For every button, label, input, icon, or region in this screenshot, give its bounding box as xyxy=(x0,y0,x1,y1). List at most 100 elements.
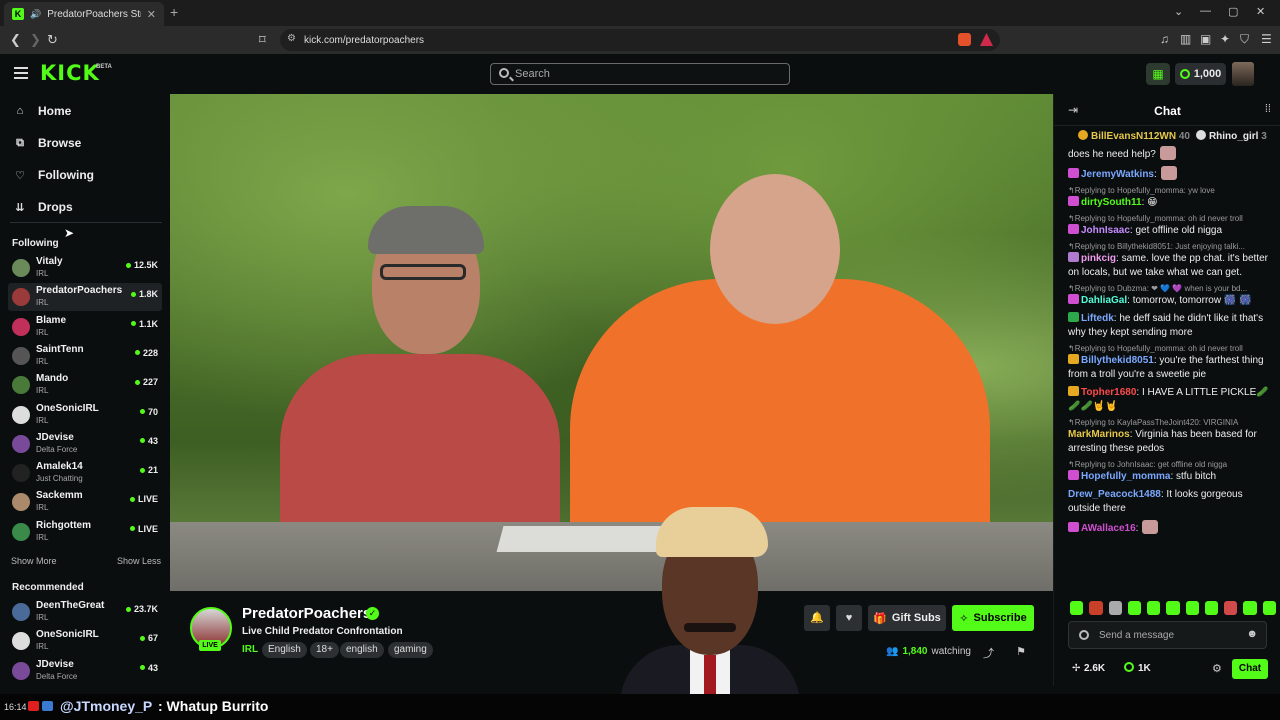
chat-username[interactable]: JeremyWatkins xyxy=(1081,169,1154,180)
reply-context[interactable]: Replying to Dubzma: ❤ 💙 💜 when is your b… xyxy=(1075,284,1274,293)
emote-icon[interactable] xyxy=(1185,601,1199,615)
emote-icon[interactable] xyxy=(1262,601,1276,615)
sidebar-channel-richgottem[interactable]: Richgottem IRL LIVE xyxy=(8,518,162,546)
back-button[interactable]: ❮ xyxy=(10,32,21,48)
kick-logo[interactable]: KICK xyxy=(40,61,100,85)
reply-context[interactable]: Replying to JohnIsaac: get offline old n… xyxy=(1075,460,1274,469)
share-icon[interactable]: ⤴ xyxy=(983,645,994,661)
chat-username[interactable]: MarkMarinos xyxy=(1068,429,1130,440)
emote-icon[interactable] xyxy=(1204,601,1219,615)
menu-toggle-icon[interactable] xyxy=(14,67,28,79)
tab-list-icon[interactable]: ⌄ xyxy=(1174,5,1183,18)
reply-context[interactable]: Replying to Hopefully_momma: oh id never… xyxy=(1075,214,1274,223)
bookmark-icon[interactable]: ⌑ xyxy=(259,32,266,48)
category-link[interactable]: IRL xyxy=(242,644,258,655)
emote-icon[interactable] xyxy=(1089,601,1103,615)
sidebar-channel-mando[interactable]: Mando IRL 227 xyxy=(8,371,162,399)
reply-context[interactable]: Replying to Hopefully_momma: oh id never… xyxy=(1075,344,1274,353)
reload-button[interactable]: ↻ xyxy=(47,32,58,48)
reply-context[interactable]: Replying to KaylaPassTheJoint420: VIRGIN… xyxy=(1075,418,1274,427)
close-tab-icon[interactable]: ✕ xyxy=(147,8,156,21)
url-field[interactable]: ⚙ kick.com/predatorpoachers xyxy=(280,29,1000,51)
chat-settings-icon[interactable]: ⚙ xyxy=(1212,662,1222,675)
sidebar-channel-amalek14[interactable]: Amalek14 Just Chatting 21 xyxy=(8,459,162,487)
show-more-link[interactable]: Show More xyxy=(11,556,57,566)
chat-username[interactable]: pinkcig xyxy=(1081,253,1116,264)
emote-icon[interactable] xyxy=(1166,601,1180,615)
leo-ai-icon[interactable]: ✦ xyxy=(1220,32,1230,46)
sidebar-channel-jdevise[interactable]: JDevise Delta Force 43 xyxy=(8,657,162,685)
sidebar-channel-onesonicirl[interactable]: OneSonicIRL IRL 67 xyxy=(8,627,162,655)
chat-username[interactable]: Liftedk xyxy=(1081,313,1114,324)
emote-icon[interactable] xyxy=(1147,601,1161,615)
emote-icon[interactable] xyxy=(1070,601,1084,615)
sidebar-channel-onesonicirl[interactable]: OneSonicIRL IRL 70 xyxy=(8,401,162,429)
chat-username[interactable]: Billythekid8051 xyxy=(1081,355,1154,366)
chat-message-input[interactable]: Send a message ☻ xyxy=(1068,621,1267,649)
gift-subs-button[interactable]: 🎁 Gift Subs xyxy=(868,605,946,631)
reply-context[interactable]: Replying to Billythekid8051: Just enjoyi… xyxy=(1075,242,1274,251)
chat-username[interactable]: Hopefully_momma xyxy=(1081,471,1170,482)
channel-name[interactable]: PredatorPoachers xyxy=(242,605,371,622)
tag-english-lower[interactable]: english xyxy=(340,642,384,658)
tag-gaming[interactable]: gaming xyxy=(388,642,433,658)
sidebar-channel-predatorpoachers[interactable]: PredatorPoachers IRL 1.8K xyxy=(8,283,162,312)
brave-shield-icon[interactable] xyxy=(958,33,971,46)
emote-icon[interactable] xyxy=(1108,601,1122,615)
top-gifter[interactable]: Rhino_girl 3 xyxy=(1195,130,1267,144)
points-button[interactable]: 1,000 xyxy=(1175,63,1226,85)
user-avatar[interactable] xyxy=(1232,62,1254,86)
emote-icon[interactable] xyxy=(1127,601,1142,615)
browser-tab[interactable]: K 🔊 PredatorPoachers Stream - W ✕ xyxy=(4,2,164,26)
search-input[interactable]: Search xyxy=(490,63,790,85)
gifter-name: Rhino_girl xyxy=(1208,131,1259,142)
reply-context[interactable]: Replying to Hopefully_momma: yw love xyxy=(1075,186,1274,195)
close-window-button[interactable]: ✕ xyxy=(1256,5,1265,18)
sidebar-channel-vitaly[interactable]: Vitaly IRL 12.5K xyxy=(8,254,162,282)
chat-send-button[interactable]: Chat xyxy=(1232,659,1268,679)
sidebar-channel-sackemm[interactable]: Sackemm IRL LIVE xyxy=(8,488,162,516)
chat-username[interactable]: dirtySouth11 xyxy=(1081,197,1142,208)
chat-username[interactable]: DahliaGal xyxy=(1081,295,1127,306)
sidebar-channel-blame[interactable]: Blame IRL 1.1K xyxy=(8,313,162,341)
minimize-button[interactable]: — xyxy=(1200,5,1211,17)
channel-points-count[interactable]: 1K xyxy=(1138,663,1151,674)
follow-heart-button[interactable]: ♥ xyxy=(836,605,862,631)
sidebar-channel-sainttenn[interactable]: SaintTenn IRL 228 xyxy=(8,342,162,370)
media-icon[interactable]: ♫ xyxy=(1160,32,1169,46)
sidebar-channel-deenthegreat[interactable]: DeenTheGreat IRL 23.7K xyxy=(8,598,162,626)
vpn-icon[interactable]: ⛉ xyxy=(1240,32,1249,47)
chat-username[interactable]: JohnIsaac xyxy=(1081,225,1130,236)
site-info-icon[interactable]: ⚙ xyxy=(287,33,296,44)
chat-username[interactable]: Drew_Peacock1488 xyxy=(1068,489,1161,500)
show-less-link[interactable]: Show Less xyxy=(117,556,161,566)
new-tab-button[interactable]: + xyxy=(170,4,178,20)
sidebar-item-following[interactable]: ♡ Following xyxy=(14,168,94,182)
chat-username[interactable]: AWallace16 xyxy=(1081,523,1136,534)
tag-english[interactable]: English xyxy=(262,642,307,658)
viewer-count: 228 xyxy=(134,348,158,358)
sidebar-item-home[interactable]: ⌂ Home xyxy=(14,104,72,118)
forward-button[interactable]: ❯ xyxy=(30,32,41,48)
store-button[interactable]: ▦ xyxy=(1146,63,1170,85)
clip-icon[interactable]: ⚑ xyxy=(1016,645,1026,658)
chat-username[interactable]: Topher1680 xyxy=(1081,387,1136,398)
maximize-button[interactable]: ▢ xyxy=(1228,5,1238,18)
menu-icon[interactable]: ☰ xyxy=(1261,32,1272,46)
emote-icon[interactable] xyxy=(1243,601,1257,615)
sidebar-toggle-icon[interactable]: ▥ xyxy=(1180,32,1191,46)
portrait-hair xyxy=(656,507,768,557)
top-gifter[interactable]: BillEvansN112WN 40 xyxy=(1078,130,1190,144)
channel-name: SaintTenn xyxy=(36,343,84,355)
emoji-picker-icon[interactable]: ☻ xyxy=(1246,628,1258,640)
emote-icon[interactable] xyxy=(1224,601,1238,615)
sidebar-channel-jdevise[interactable]: JDevise Delta Force 43 xyxy=(8,430,162,458)
sidebar-item-browse[interactable]: ⧉ Browse xyxy=(14,136,81,150)
chat-users-icon[interactable]: ⁞⁞ xyxy=(1265,103,1271,115)
live-dot-icon xyxy=(130,291,136,297)
sidebar-item-drops[interactable]: ⇊ Drops xyxy=(14,200,72,214)
wallet-icon[interactable]: ▣ xyxy=(1200,32,1211,46)
tag-18plus[interactable]: 18+ xyxy=(310,642,339,658)
viewer-number: 1,840 xyxy=(902,646,928,657)
subscribe-button[interactable]: ✧ Subscribe xyxy=(952,605,1034,631)
